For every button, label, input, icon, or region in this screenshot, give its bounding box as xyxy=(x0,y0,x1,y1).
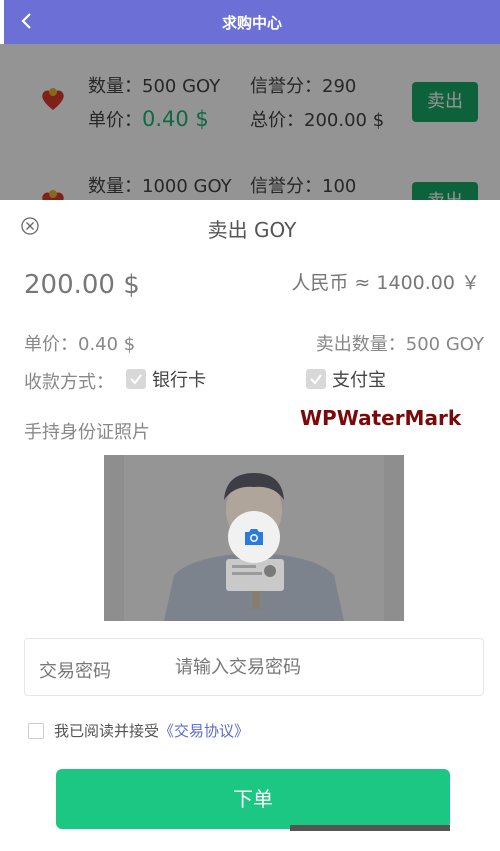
id-photo-label: 手持身份证照片 xyxy=(24,422,150,443)
place-order-button[interactable]: 下单 xyxy=(56,769,450,829)
checkbox[interactable] xyxy=(126,369,146,389)
camera-button[interactable] xyxy=(228,511,280,563)
unit-price: 单价：0.40 $ xyxy=(24,334,136,355)
sell-quantity: 卖出数量：500 GOY xyxy=(315,334,484,355)
trade-password-label: 交易密码 xyxy=(39,661,111,682)
camera-icon xyxy=(245,529,263,545)
cny-amount: 人民币 ≈ 1400.00 ￥ xyxy=(291,272,480,294)
trade-password-field: 交易密码 xyxy=(24,638,484,696)
total-amount: 200.00 $ xyxy=(24,270,140,300)
watermark-text: WPWaterMark xyxy=(300,406,462,430)
agree-text: 我已阅读并接受 xyxy=(54,722,160,740)
pay-option-label: 支付宝 xyxy=(332,370,386,391)
payment-method-label: 收款方式： xyxy=(24,372,114,393)
agreement-row: 我已阅读并接受 《交易协议》 xyxy=(28,720,249,741)
pay-option-alipay[interactable]: 支付宝 xyxy=(306,368,386,391)
check-icon xyxy=(130,374,142,385)
app-header: 求购中心 xyxy=(4,0,500,44)
modal-overlay[interactable] xyxy=(0,44,500,200)
agreement-link[interactable]: 《交易协议》 xyxy=(159,720,249,741)
pay-option-bank-card[interactable]: 银行卡 xyxy=(126,368,206,391)
checkbox[interactable] xyxy=(306,369,326,389)
agree-checkbox[interactable] xyxy=(28,722,44,739)
page-title: 求购中心 xyxy=(221,14,282,32)
pay-option-label: 银行卡 xyxy=(152,370,206,391)
bottom-bar xyxy=(290,825,450,831)
sell-sheet: 卖出 GOY 200.00 $ 人民币 ≈ 1400.00 ￥ 单价：0.40 … xyxy=(4,200,500,851)
check-icon xyxy=(310,374,322,385)
trade-password-input[interactable] xyxy=(175,651,465,683)
sheet-title: 卖出 GOY xyxy=(207,218,297,242)
id-photo-upload[interactable] xyxy=(104,455,404,621)
